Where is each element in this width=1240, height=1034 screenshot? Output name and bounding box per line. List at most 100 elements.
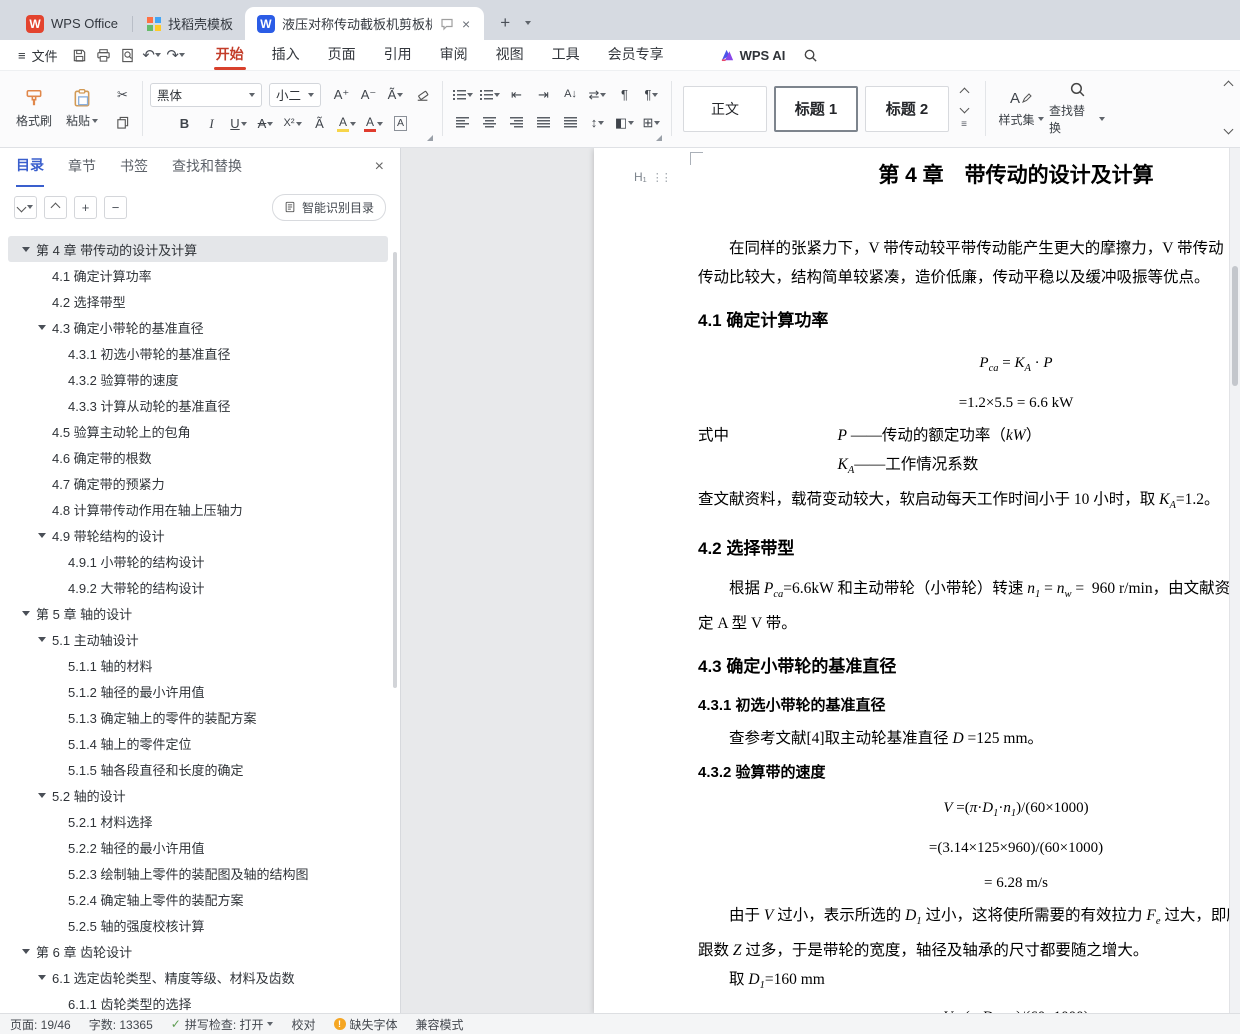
clear-format-button[interactable] [410,84,435,106]
numbered-list-button[interactable] [477,84,502,106]
zoom-in-outline-button[interactable]: + [74,195,97,219]
tab-current-document[interactable]: W 液压对称传动截板机剪板机设... × [244,7,485,40]
word-count[interactable]: 字数: 13365 [89,1016,153,1033]
indent-button[interactable]: ⇥ [531,84,556,106]
increase-font-button[interactable]: A⁺ [329,84,354,106]
toc-item[interactable]: 5.1.4 轴上的零件定位 [8,730,388,756]
toc-item[interactable]: 4.6 确定带的根数 [8,444,388,470]
toc-item[interactable]: 第 5 章 轴的设计 [8,600,388,626]
toc-item[interactable]: 4.7 确定带的预紧力 [8,470,388,496]
sort-button[interactable]: A↓ [558,84,583,106]
redo-button[interactable]: ↷ [164,43,188,67]
toc-item[interactable]: 5.2.3 绘制轴上零件的装配图及轴的结构图 [8,860,388,886]
toc-item[interactable]: 4.3 确定小带轮的基准直径 [8,314,388,340]
style-option[interactable]: 正文 [683,85,767,132]
zoom-out-outline-button[interactable]: − [104,195,127,219]
tab-wps-office[interactable]: W WPS Office [14,7,130,40]
toc-expand-arrow-icon[interactable] [38,532,52,538]
style-set-button[interactable]: A 样式集 [993,90,1049,128]
toc-item[interactable]: 4.9 带轮结构的设计 [8,522,388,548]
toc-item[interactable]: 5.1.5 轴各段直径和长度的确定 [8,756,388,782]
sidebar-tab[interactable]: 目录 [16,147,44,187]
style-scroll-down-button[interactable] [956,102,972,116]
scrollbar-thumb[interactable] [1232,266,1238,386]
align-center-button[interactable] [477,112,502,134]
spell-check-status[interactable]: ✓ 拼写检查: 打开 [171,1016,274,1033]
smart-toc-button[interactable]: 智能识别目录 [271,193,386,221]
compatibility-mode-badge[interactable]: 兼容模式 [416,1016,464,1033]
sidebar-tab[interactable]: 书签 [120,148,148,186]
toc-item[interactable]: 5.2.2 轴径的最小许用值 [8,834,388,860]
paste-button[interactable]: 粘贴 [58,86,106,131]
sidebar-tab[interactable]: 查找和替换 [172,148,242,186]
sidebar-scrollbar-thumb[interactable] [393,252,397,688]
menu-tab[interactable]: 会员专享 [594,40,678,70]
toc-expand-arrow-icon[interactable] [38,324,52,330]
print-preview-button[interactable] [116,43,140,67]
text-direction-button[interactable]: ⇄ [585,84,610,106]
search-button[interactable] [803,48,818,63]
bold-button[interactable]: B [172,113,197,135]
sidebar-tab[interactable]: 章节 [68,148,96,186]
text-tool-button[interactable]: Ã [383,84,408,106]
save-button[interactable] [68,43,92,67]
toc-item[interactable]: 4.3.2 验算带的速度 [8,366,388,392]
italic-button[interactable]: I [199,113,224,135]
font-dialog-launcher-icon[interactable] [427,135,433,141]
toc-item[interactable]: 4.2 选择带型 [8,288,388,314]
toc-expand-arrow-icon[interactable] [38,636,52,642]
toc-item[interactable]: 5.1.3 确定轴上的零件的装配方案 [8,704,388,730]
tab-list-button[interactable] [518,10,538,36]
vertical-scrollbar[interactable] [1229,148,1240,1013]
style-option[interactable]: 标题 2 [865,85,949,132]
style-gallery-more-button[interactable]: ≡ [956,118,972,132]
toc-expand-arrow-icon[interactable] [38,792,52,798]
toc-item[interactable]: 第 6 章 齿轮设计 [8,938,388,964]
proofread-button[interactable]: 校对 [291,1016,315,1033]
superscript-button[interactable]: X² [280,113,305,135]
font-size-select[interactable]: 小二 [269,82,321,107]
heading-handle[interactable]: H₁ ⋮⋮ [634,170,672,184]
new-tab-button[interactable]: + [492,10,518,36]
toc-item[interactable]: 6.1.1 齿轮类型的选择 [8,990,388,1013]
toc-item[interactable]: 4.3.3 计算从动轮的基准直径 [8,392,388,418]
menu-tab[interactable]: 插入 [258,40,314,70]
font-color-button[interactable]: A [361,113,386,135]
toc-item[interactable]: 4.3.1 初选小带轮的基准直径 [8,340,388,366]
toc-expand-arrow-icon[interactable] [22,948,36,954]
copy-button[interactable] [110,112,135,134]
outdent-button[interactable]: ⇤ [504,84,529,106]
toc-item[interactable]: 4.9.2 大带轮的结构设计 [8,574,388,600]
toc-item[interactable]: 5.1 主动轴设计 [8,626,388,652]
toc-expand-arrow-icon[interactable] [38,974,52,980]
toc-item[interactable]: 5.1.2 轴径的最小许用值 [8,678,388,704]
toc-item[interactable]: 4.8 计算带传动作用在轴上压轴力 [8,496,388,522]
toc-item[interactable]: 5.2.4 确定轴上零件的装配方案 [8,886,388,912]
style-scroll-up-button[interactable] [956,86,972,100]
align-justify-button[interactable] [531,112,556,134]
toc-item[interactable]: 6.1 选定齿轮类型、精度等级、材料及齿数 [8,964,388,990]
menu-tab[interactable]: 工具 [538,40,594,70]
comment-icon[interactable] [440,17,454,31]
paragraph-layout-button[interactable]: ¶ [612,84,637,106]
align-left-button[interactable] [450,112,475,134]
menu-tab[interactable]: 开始 [202,40,258,70]
toc-item[interactable]: 5.2.5 轴的强度校核计算 [8,912,388,938]
toc-item[interactable]: 第 4 章 带传动的设计及计算 [8,236,388,262]
page-indicator[interactable]: 页面: 19/46 [10,1016,71,1033]
paragraph-dialog-launcher-icon[interactable] [656,135,662,141]
phonetic-guide-button[interactable]: Ã [307,113,332,135]
toc-item[interactable]: 4.1 确定计算功率 [8,262,388,288]
cut-button[interactable]: ✂ [110,84,135,106]
character-border-button[interactable]: A [388,113,413,135]
toc-item[interactable]: 4.9.1 小带轮的结构设计 [8,548,388,574]
align-distribute-button[interactable] [558,112,583,134]
menu-tab[interactable]: 视图 [482,40,538,70]
toc-expand-arrow-icon[interactable] [22,246,36,252]
document-page[interactable]: H₁ ⋮⋮ 第 4 章 带传动的设计及计算 在同样的张紧力下，V 带传动较平带传动… [594,148,1240,1013]
tab-docer-templates[interactable]: 找稻壳模板 [135,7,245,40]
line-spacing-button[interactable]: ↕ [585,112,610,134]
undo-button[interactable]: ↶ [140,43,164,67]
underline-button[interactable]: U [226,113,251,135]
expand-all-button[interactable] [44,195,67,219]
